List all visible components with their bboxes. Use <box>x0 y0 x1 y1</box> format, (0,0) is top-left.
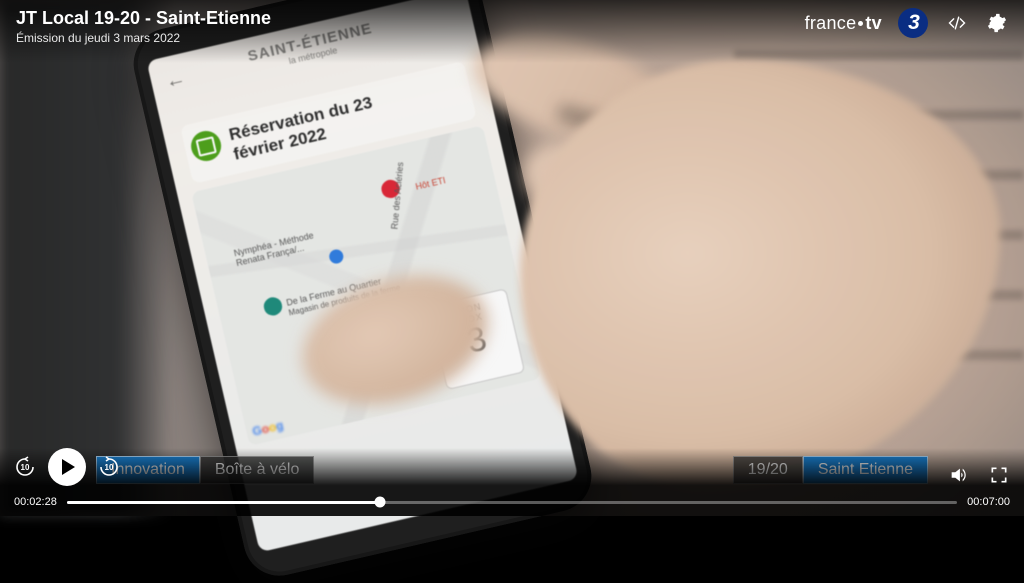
hand-palm <box>520 60 1000 490</box>
time-elapsed: 00:02:28 <box>14 496 57 508</box>
map-pin-teal-icon: ⬤ <box>261 293 285 318</box>
calendar-icon <box>188 128 224 164</box>
video-subtitle: Émission du jeudi 3 mars 2022 <box>16 31 271 45</box>
map-label-street: Rue des Aciéries <box>389 162 405 230</box>
fullscreen-button[interactable] <box>988 464 1010 486</box>
progress-thumb[interactable] <box>375 497 386 508</box>
skip-back-label: 10 <box>21 463 30 472</box>
volume-button[interactable] <box>948 464 970 486</box>
map-label-hotel: Hôt ETI <box>415 175 447 192</box>
video-frame: ← SAINT-ÉTIENNE la métropole Réservation… <box>0 0 1024 516</box>
top-overlay: JT Local 19-20 - Saint-Etienne Émission … <box>0 0 1024 63</box>
embed-icon[interactable] <box>946 12 968 34</box>
time-duration: 00:07:00 <box>967 496 1010 508</box>
skip-back-button[interactable]: 10 <box>12 454 38 480</box>
play-button[interactable] <box>48 448 86 486</box>
progress-fill <box>67 501 380 504</box>
map-label-1: Nymphéa - Méthode Renata França/... <box>233 226 335 268</box>
channel-badge: 3 <box>898 8 928 38</box>
video-title: JT Local 19-20 - Saint-Etienne <box>16 8 271 29</box>
settings-gear-icon[interactable] <box>986 12 1008 34</box>
progress-bar[interactable] <box>67 501 957 504</box>
player-bar: 10 10 00:02:28 00:07:00 <box>0 448 1024 516</box>
map-pin-blue-icon <box>328 248 345 265</box>
google-logo: Goog <box>251 418 285 439</box>
skip-fwd-label: 10 <box>105 463 114 472</box>
title-block: JT Local 19-20 - Saint-Etienne Émission … <box>16 8 271 45</box>
skip-forward-button[interactable]: 10 <box>96 454 122 480</box>
brand-logo: francetv <box>805 13 882 34</box>
